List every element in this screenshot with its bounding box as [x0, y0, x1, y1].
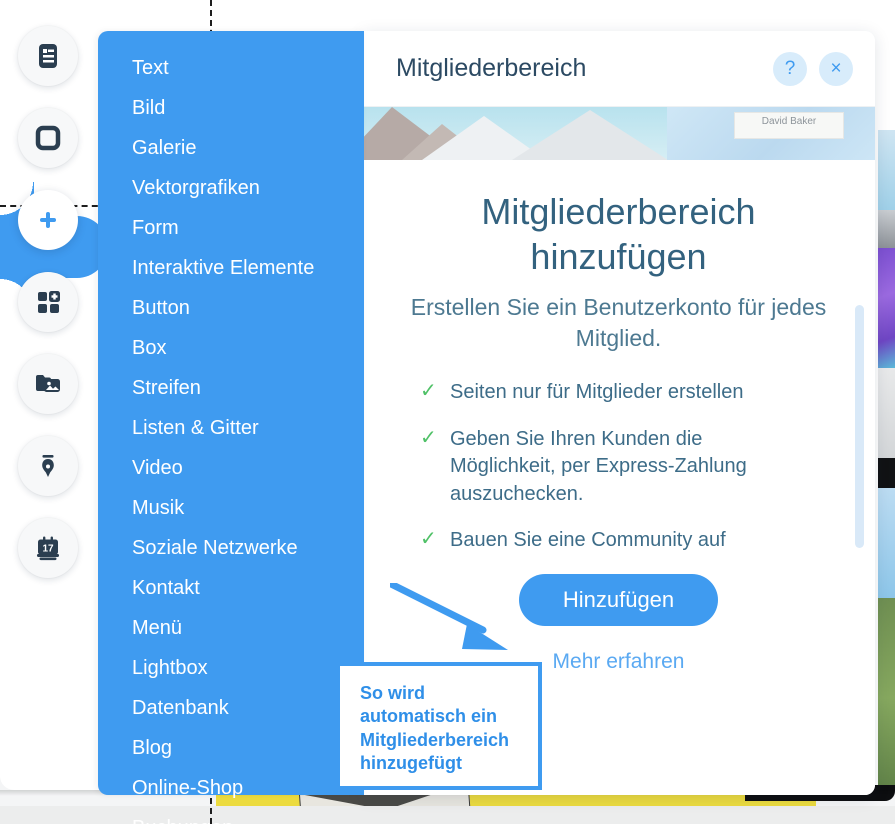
menu-item-button[interactable]: Button: [98, 293, 208, 323]
preview-grey-image: [878, 210, 895, 248]
check-icon: ✓: [420, 528, 437, 551]
screen-root: 17 Text Bild Galerie Vektorgrafiken Form…: [0, 0, 895, 824]
menu-item-form[interactable]: Form: [98, 213, 197, 243]
preview-sky2-image: [878, 488, 895, 598]
pen-icon: [33, 451, 63, 481]
shape-icon: [33, 123, 63, 153]
hero-peak-2: [512, 110, 668, 160]
sidebar-item-pages[interactable]: [18, 26, 78, 86]
menu-item-menue[interactable]: Menü: [98, 613, 200, 643]
hero-member-card: David Baker: [734, 112, 844, 139]
preview-dark-band: [878, 458, 895, 488]
cta-area: Hinzufügen Mehr erfahren: [398, 573, 839, 674]
help-icon[interactable]: ?: [773, 51, 807, 86]
panel-scrollbar[interactable]: [855, 305, 864, 548]
sidebar-item-design[interactable]: [18, 436, 78, 496]
media-icon: [33, 369, 63, 399]
pages-icon: [33, 41, 63, 71]
menu-item-streifen[interactable]: Streifen: [98, 373, 219, 403]
preview-purple-image: [878, 248, 895, 368]
sidebar-item-app-market[interactable]: [18, 272, 78, 332]
menu-item-online-shop[interactable]: Online-Shop: [98, 773, 261, 803]
sidebar-item-events[interactable]: 17: [18, 518, 78, 578]
page-title: Mitgliederbereich: [396, 54, 587, 82]
menu-item-box[interactable]: Box: [98, 333, 184, 363]
plus-icon: [31, 203, 65, 237]
menu-item-datenbank[interactable]: Datenbank: [98, 693, 247, 723]
content-title-line2: hinzufügen: [530, 235, 707, 277]
apps-add-icon: [33, 287, 63, 317]
menu-item-video[interactable]: Video: [98, 453, 201, 483]
menu-item-vektorgrafiken[interactable]: Vektorgrafiken: [98, 173, 278, 203]
preview-sky-image: [878, 130, 895, 210]
preview-pale-image: [878, 368, 895, 458]
close-icon[interactable]: ×: [819, 51, 853, 86]
menu-item-interaktive-elemente[interactable]: Interaktive Elemente: [98, 253, 332, 283]
content-subtitle: Erstellen Sie ein Benutzerkonto für jede…: [410, 294, 827, 351]
feature-text: Bauen Sie eine Community auf: [450, 529, 726, 552]
list-item: ✓ Bauen Sie eine Community auf: [420, 527, 839, 555]
menu-item-text[interactable]: Text: [98, 53, 187, 83]
check-icon: ✓: [420, 426, 437, 449]
sidebar-item-media[interactable]: [18, 354, 78, 414]
menu-item-galerie[interactable]: Galerie: [98, 133, 214, 163]
menu-item-listen-gitter[interactable]: Listen & Gitter: [98, 413, 277, 443]
editor-toolbar-rail: 17: [0, 26, 96, 600]
preview-green-image: [878, 598, 895, 790]
menu-item-buchungen[interactable]: Buchungen: [98, 813, 251, 824]
menu-item-soziale-netzwerke[interactable]: Soziale Netzwerke: [98, 533, 316, 563]
check-icon: ✓: [420, 379, 437, 402]
sidebar-item-background[interactable]: [18, 108, 78, 168]
panel-header: Mitgliederbereich ? ×: [362, 31, 875, 107]
annotation-callout: So wird automatisch ein Mitgliederbereic…: [336, 662, 542, 790]
svg-text:17: 17: [42, 544, 54, 555]
panel-content: Mitgliederbereich hinzufügen Erstellen S…: [362, 160, 875, 674]
add-element-category-menu: Text Bild Galerie Vektorgrafiken Form In…: [98, 31, 364, 824]
sidebar-item-add[interactable]: [18, 190, 78, 250]
content-title: Mitgliederbereich hinzufügen: [398, 190, 839, 279]
annotation-text: So wird automatisch ein Mitgliederbereic…: [360, 683, 510, 774]
calendar-icon: 17: [33, 533, 63, 563]
menu-item-bild[interactable]: Bild: [98, 93, 183, 123]
menu-item-kontakt[interactable]: Kontakt: [98, 573, 218, 603]
hero-member-name: David Baker: [761, 116, 817, 127]
menu-item-lightbox[interactable]: Lightbox: [98, 653, 226, 683]
site-preview-strip: [878, 130, 895, 790]
hero-image: David Baker: [362, 107, 875, 160]
feature-text: Seiten nur für Mitglieder erstellen: [450, 380, 744, 403]
feature-text: Geben Sie Ihren Kunden die Möglichkeit, …: [450, 427, 747, 505]
menu-item-blog[interactable]: Blog: [98, 733, 190, 763]
menu-item-musik[interactable]: Musik: [98, 493, 202, 523]
feature-list: ✓ Seiten nur für Mitglieder erstellen ✓ …: [398, 379, 839, 555]
content-title-line1: Mitgliederbereich: [481, 191, 756, 232]
list-item: ✓ Geben Sie Ihren Kunden die Möglichkeit…: [420, 426, 839, 509]
list-item: ✓ Seiten nur für Mitglieder erstellen: [420, 379, 839, 407]
add-button[interactable]: Hinzufügen: [518, 573, 719, 626]
